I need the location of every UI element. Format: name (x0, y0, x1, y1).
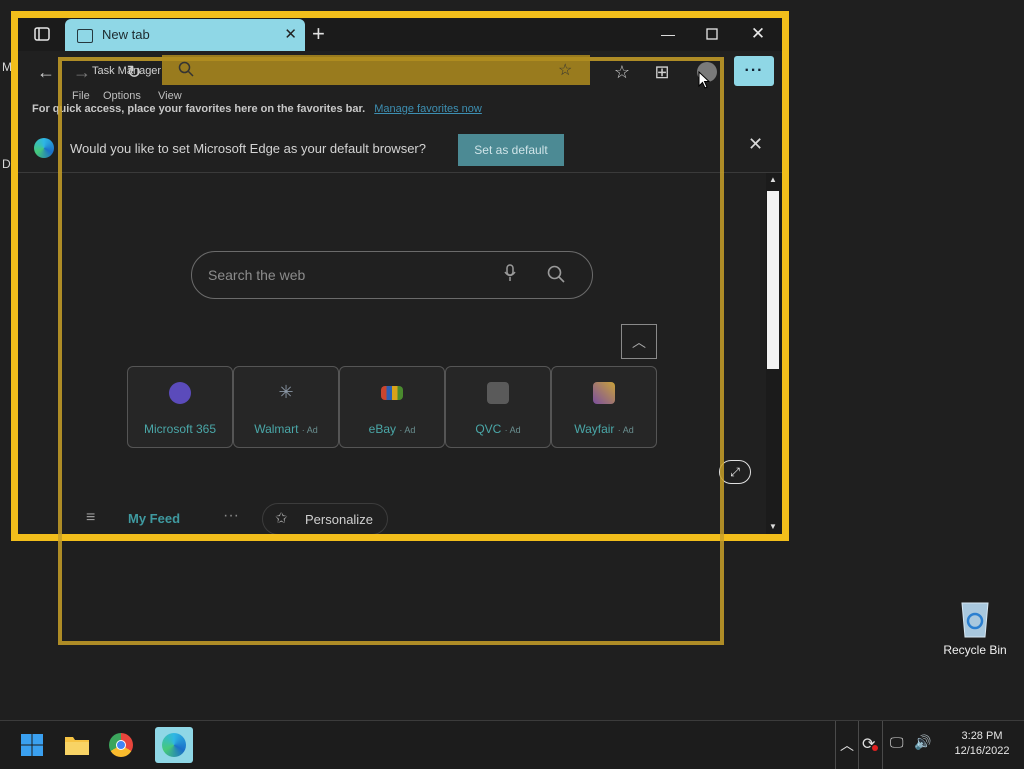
file-explorer-icon[interactable] (58, 727, 96, 763)
notification-dot (872, 745, 878, 751)
clock[interactable]: 3:28 PM 12/16/2022 (946, 729, 1018, 759)
network-icon[interactable]: 🖵 (890, 734, 904, 751)
clock-date: 12/16/2022 (954, 745, 1010, 757)
tab-new-tab[interactable]: New tab ✕ (65, 19, 305, 51)
task-manager-title: Task Manager (92, 65, 162, 77)
tab-title: New tab (102, 27, 150, 42)
volume-icon[interactable]: 🔊 (914, 734, 931, 751)
chrome-icon[interactable] (102, 727, 140, 763)
recycle-bin-icon (957, 597, 993, 639)
task-manager-window[interactable] (58, 57, 724, 645)
desktop: M D New tab ✕ + — ✕ ← → ↻ ☆ ⊞ ··· For qu… (0, 0, 1024, 720)
tab-actions-icon[interactable] (30, 24, 54, 44)
start-button[interactable] (13, 727, 51, 763)
scroll-down-icon[interactable]: ▼ (769, 522, 777, 531)
taskbar: ︿ ⟳ 🖵 🔊 3:28 PM 12/16/2022 (0, 720, 1024, 769)
scrollbar[interactable]: ▲ ▼ (766, 173, 782, 534)
tab-strip: New tab ✕ + — ✕ (18, 18, 782, 51)
clock-time: 3:28 PM (961, 730, 1003, 742)
new-tab-button[interactable]: + (312, 21, 325, 47)
back-icon[interactable]: ← (32, 59, 60, 85)
settings-more-button[interactable]: ··· (734, 56, 774, 86)
scroll-up-icon[interactable]: ▲ (769, 175, 777, 184)
add-favorite-icon[interactable]: ☆ (558, 60, 572, 80)
close-infobar-icon[interactable]: ✕ (748, 134, 763, 155)
edge-taskbar-icon[interactable] (155, 727, 193, 763)
close-window-button[interactable]: ✕ (736, 22, 780, 46)
recycle-bin-label: Recycle Bin (943, 643, 1007, 657)
menu-options[interactable]: Options (103, 90, 141, 102)
menu-file[interactable]: File (72, 90, 90, 102)
address-bar[interactable]: ☆ (162, 55, 590, 85)
mouse-cursor (698, 70, 711, 92)
edge-logo-icon (34, 138, 54, 158)
new-tab-icon (77, 29, 93, 43)
minimize-button[interactable]: — (646, 22, 690, 46)
close-tab-icon[interactable]: ✕ (284, 25, 297, 43)
menu-view[interactable]: View (158, 90, 182, 102)
desktop-label-fragment: D (2, 157, 11, 171)
sync-icon[interactable]: ⟳ (862, 734, 875, 754)
show-hidden-icons[interactable]: ︿ (840, 735, 854, 755)
maximize-button[interactable] (690, 22, 734, 46)
scrollbar-thumb[interactable] (767, 191, 779, 369)
search-icon (178, 61, 194, 80)
recycle-bin[interactable]: Recycle Bin (940, 597, 1010, 657)
